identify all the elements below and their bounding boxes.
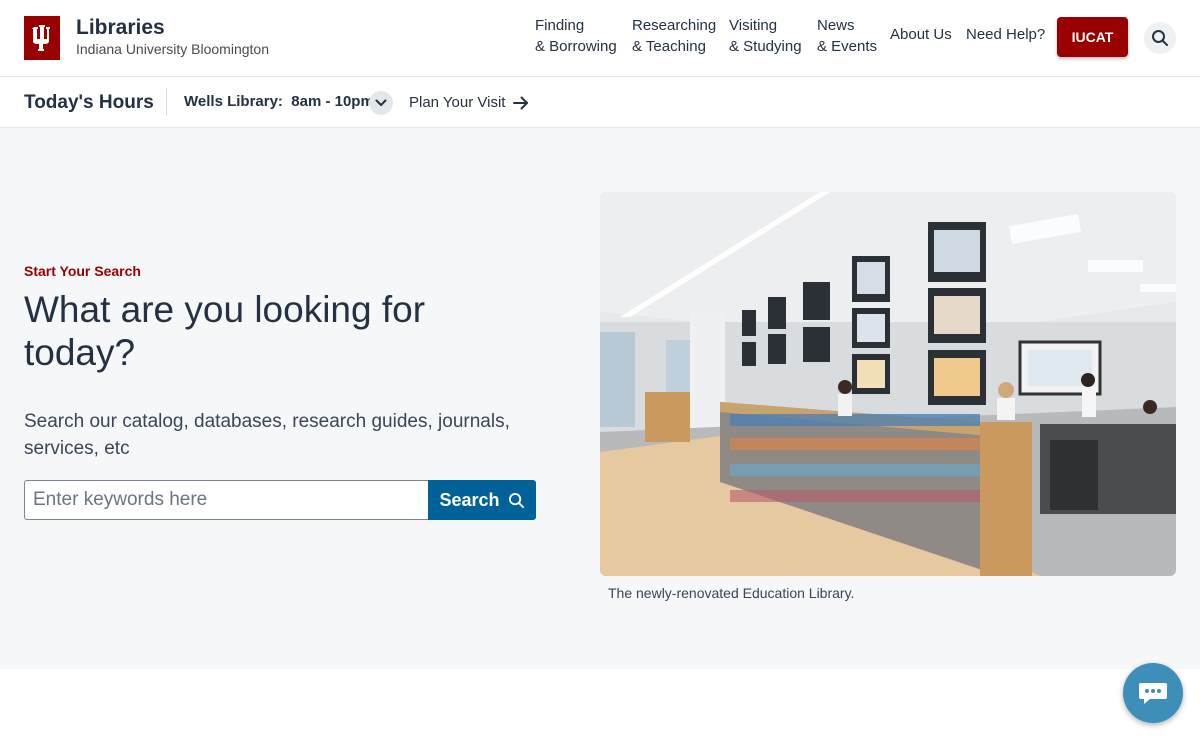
nav-label-line2: & Events (817, 38, 878, 55)
plan-visit-link[interactable]: Plan Your Visit (409, 94, 529, 111)
search-icon (508, 492, 524, 508)
search-icon (1152, 30, 1168, 46)
nav-finding-borrowing[interactable]: Finding & Borrowing (535, 15, 617, 57)
hours-bar: Today's Hours Wells Library: 8am - 10pm … (0, 77, 1200, 128)
brand-subtitle[interactable]: Indiana University Bloomington (76, 41, 269, 57)
nav-label-line1: Visiting (729, 17, 778, 34)
iucat-button[interactable]: IUCAT (1057, 17, 1128, 57)
header-search-button[interactable] (1144, 22, 1176, 54)
arrow-right-icon (513, 96, 529, 109)
library-name: Wells Library: (184, 93, 283, 110)
nav-label-line2: & Teaching (632, 38, 706, 55)
hero-eyebrow: Start Your Search (24, 263, 141, 279)
hero-section: Start Your Search What are you looking f… (0, 128, 1200, 669)
search-button[interactable]: Search (428, 480, 536, 520)
library-time: 8am - 10pm (291, 93, 374, 110)
chat-bubble-icon (1139, 683, 1167, 704)
search-button-label: Search (439, 489, 500, 510)
hours-expand-button[interactable] (369, 91, 393, 115)
library-photo (600, 192, 1176, 576)
nav-news-events[interactable]: News & Events (817, 15, 877, 57)
library-hours: Wells Library: 8am - 10pm (184, 93, 374, 110)
nav-label-line2: & Studying (729, 38, 802, 55)
plan-visit-label: Plan Your Visit (409, 94, 506, 111)
nav-label-line1: Finding (535, 17, 585, 34)
nav-label-line2: & Borrowing (535, 38, 617, 55)
nav-about-us[interactable]: About Us (890, 26, 952, 43)
chat-button[interactable] (1123, 663, 1183, 723)
iu-trident-icon[interactable] (24, 16, 60, 60)
search-input[interactable] (24, 480, 429, 520)
site-header: Libraries Indiana University Bloomington… (0, 0, 1200, 77)
hero-description: Search our catalog, databases, research … (24, 411, 510, 459)
nav-researching-teaching[interactable]: Researching & Teaching (632, 15, 716, 57)
nav-need-help[interactable]: Need Help? (966, 26, 1045, 43)
nav-label-line1: News (817, 17, 855, 34)
chevron-down-icon (375, 99, 387, 106)
hero-heading: What are you looking for today? (24, 289, 426, 373)
photo-caption: The newly-renovated Education Library. (608, 585, 855, 601)
hours-title: Today's Hours (24, 92, 154, 113)
nav-visiting-studying[interactable]: Visiting & Studying (729, 15, 802, 57)
brand-title[interactable]: Libraries (76, 16, 165, 40)
divider (166, 88, 167, 116)
nav-label-line1: Researching (632, 17, 717, 34)
